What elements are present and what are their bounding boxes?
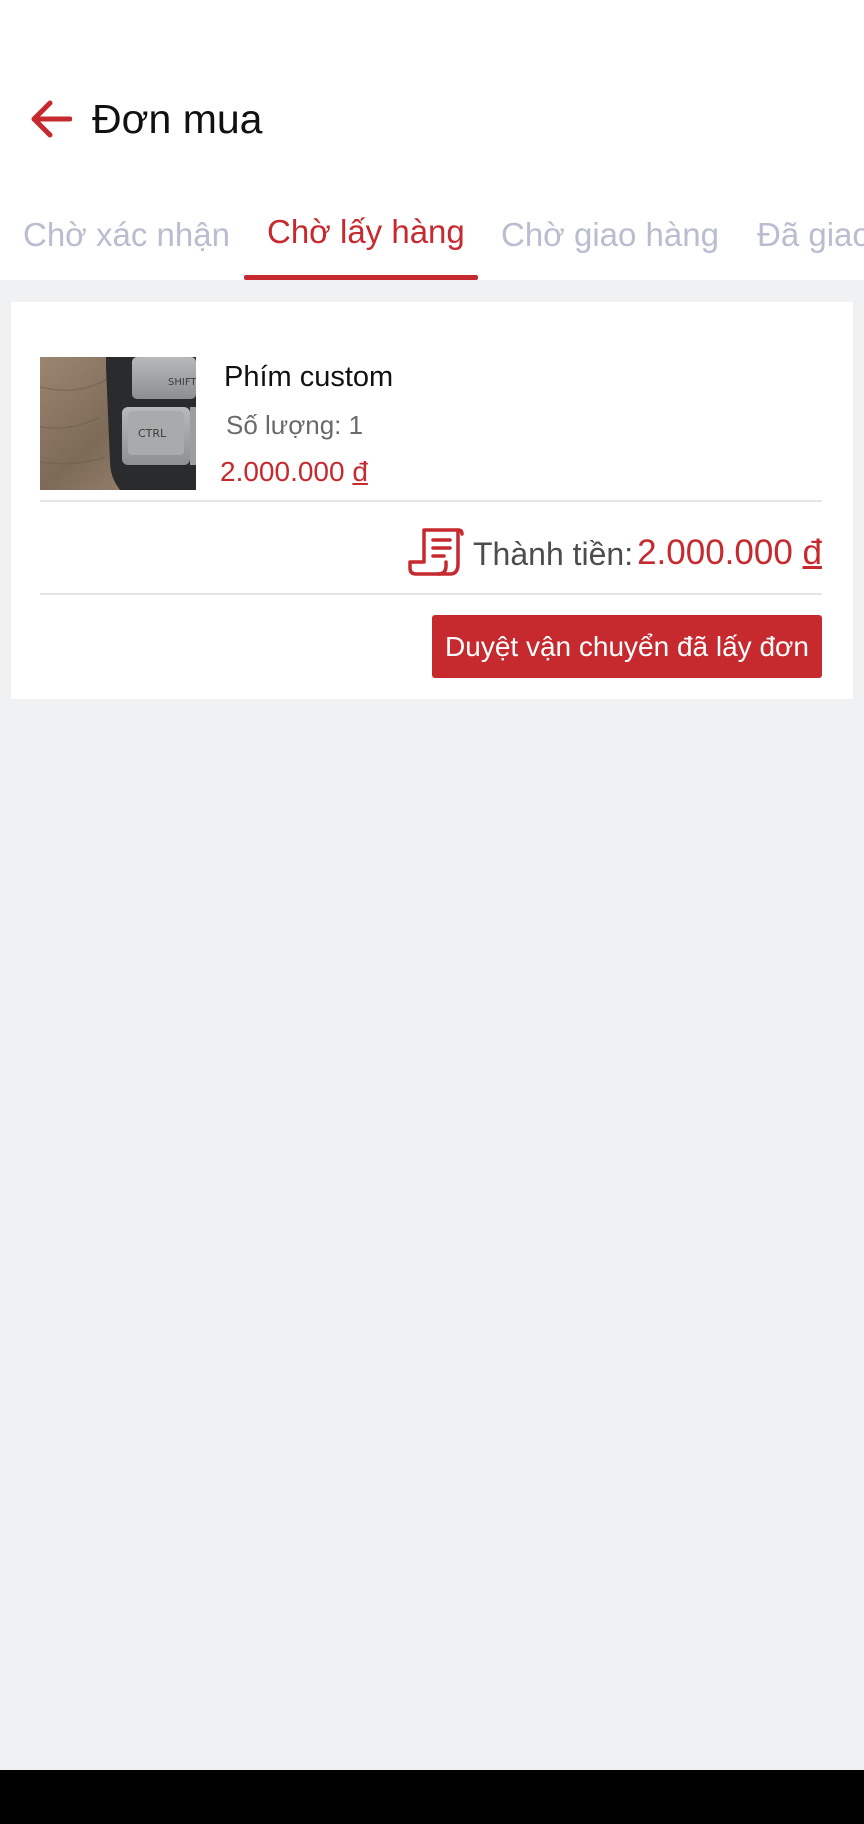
product-quantity: Số lượng: 1 <box>226 410 364 440</box>
product-price-currency: đ <box>352 456 368 487</box>
tab-da-giao[interactable]: Đã giao <box>757 205 864 280</box>
total-value: 2.000.000 đ <box>637 530 822 576</box>
app-header: Đơn mua Chờ xác nhận Chờ lấy hàng Chờ gi… <box>0 0 864 280</box>
screen: Đơn mua Chờ xác nhận Chờ lấy hàng Chờ gi… <box>0 0 864 1824</box>
total-value-currency: đ <box>802 533 822 572</box>
divider <box>40 593 822 595</box>
tab-cho-giao-hang[interactable]: Chờ giao hàng <box>501 205 719 280</box>
order-status-tabs: Chờ xác nhận Chờ lấy hàng Chờ giao hàng … <box>0 205 864 280</box>
shift-key-label: SHIFT <box>168 377 196 388</box>
system-navigation-bar <box>0 1770 864 1824</box>
total-label: Thành tiền: <box>473 536 634 572</box>
total-value-amount: 2.000.000 <box>637 533 793 572</box>
keyboard-photo: SHIFT CTRL <box>40 357 196 490</box>
tab-cho-xac-nhan[interactable]: Chờ xác nhận <box>23 205 230 280</box>
product-image[interactable]: SHIFT CTRL <box>40 357 196 490</box>
confirm-pickup-button[interactable]: Duyệt vận chuyển đã lấy đơn <box>432 615 822 678</box>
divider <box>40 500 822 502</box>
product-price: 2.000.000 đ <box>220 452 368 492</box>
back-button[interactable] <box>26 96 76 142</box>
ctrl-key-label: CTRL <box>138 427 167 440</box>
product-price-value: 2.000.000 <box>220 456 345 487</box>
active-tab-indicator <box>244 275 478 280</box>
product-name: Phím custom <box>224 361 394 393</box>
arrow-left-icon <box>31 100 72 138</box>
order-card[interactable]: SHIFT CTRL Phím custom Số lượng: 1 2.000… <box>11 302 853 699</box>
receipt-icon <box>408 528 464 576</box>
page-title: Đơn mua <box>92 96 263 142</box>
tab-cho-lay-hang[interactable]: Chờ lấy hàng <box>267 205 465 277</box>
